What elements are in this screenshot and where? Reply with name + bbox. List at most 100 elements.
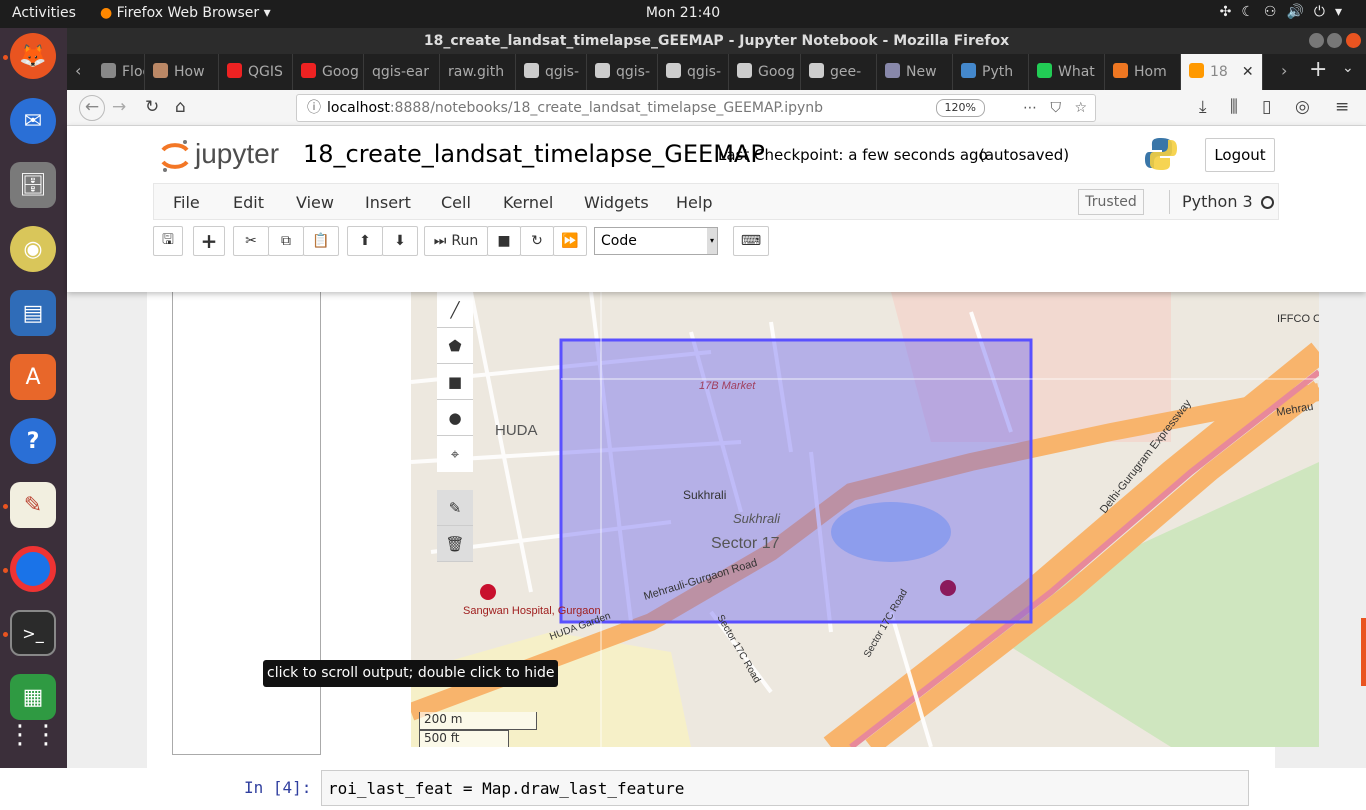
forward-button[interactable]: → [112,97,126,117]
cut-button[interactable]: ✂ [233,226,269,256]
tab-list-button[interactable]: ⌄ [1342,60,1354,76]
close-window-button[interactable] [1346,33,1361,48]
kernel-name[interactable]: Python 3 [1182,192,1253,211]
cell-type-select[interactable]: Code ▾ [594,227,718,255]
save-button[interactable]: 🖫 [153,226,183,256]
browser-tab[interactable]: qgis- [587,54,658,90]
browser-tab[interactable]: Goog [293,54,364,90]
power-icon: ⏻ [1313,4,1335,20]
browser-tab[interactable]: gee- [801,54,877,90]
menu-file[interactable]: File [173,193,200,212]
thunderbird-dock-icon[interactable]: ✉ [10,98,56,144]
menu-kernel[interactable]: Kernel [503,193,553,212]
browser-tab[interactable]: QGIS [219,54,293,90]
browser-tab[interactable]: Flood [93,54,145,90]
browser-tab[interactable]: How [145,54,219,90]
library-icon[interactable]: ⫼ [1230,97,1238,117]
running-indicator [3,504,8,509]
marker-icon: ⌖ [450,445,460,463]
tab-active[interactable]: 18 ✕ [1181,54,1263,90]
hospital-marker-icon[interactable] [480,584,496,600]
notebook-name[interactable]: 18_create_landsat_timelapse_GEEMAP [303,140,765,168]
files-dock-icon[interactable]: 🗄 [10,162,56,208]
menu-insert[interactable]: Insert [365,193,411,212]
downloads-icon[interactable]: ⤓ [1199,97,1207,117]
save-icon: 🖫 [162,232,174,248]
close-tab-icon[interactable]: ✕ [1242,64,1254,80]
draw-polygon-button[interactable]: ⬟ [437,328,473,364]
restart-run-all-button[interactable]: ⏩ [553,226,587,256]
tab-scroll-right-icon[interactable]: › [1281,61,1287,80]
move-up-button[interactable]: ⬆ [347,226,383,256]
firefox-dock-icon[interactable]: 🦊 [10,33,56,79]
command-palette-button[interactable]: ⌨ [733,226,769,256]
page-actions-icon[interactable]: ⋯ [1023,95,1037,121]
maximize-button[interactable] [1327,33,1342,48]
menu-edit[interactable]: Edit [233,193,264,212]
help-dock-icon[interactable]: ? [10,418,56,464]
page-scrollbar[interactable] [1361,618,1366,686]
minimize-button[interactable] [1309,33,1324,48]
jupyter-logo[interactable]: jupyter [159,136,299,180]
account-icon[interactable]: ◎ [1295,97,1310,117]
code-editor[interactable]: roi_last_feat = Map.draw_last_feature [321,770,1249,806]
page-info-icon[interactable]: ⓘ [307,95,321,121]
pocket-icon[interactable]: ⛉ [1051,95,1062,121]
browser-tab[interactable]: What [1029,54,1105,90]
software-dock-icon[interactable]: A [10,354,56,400]
rhythmbox-dock-icon[interactable]: ◉ [10,226,56,272]
url-bar[interactable]: ⓘ localhost:8888/notebooks/18_create_lan… [296,94,1096,122]
text-editor-dock-icon[interactable]: ✎ [10,482,56,528]
zoom-level[interactable]: 120% [935,99,985,117]
reload-button[interactable]: ↻ [145,97,159,117]
browser-tab[interactable]: qgis-ear [364,54,440,90]
browser-tab[interactable]: New [877,54,953,90]
browser-tab[interactable]: Hom [1105,54,1181,90]
next-code-cell[interactable]: In [4]: roi_last_feat = Map.draw_last_fe… [147,770,1275,810]
hamburger-menu-icon[interactable]: ≡ [1335,97,1349,117]
move-down-button[interactable]: ⬇ [382,226,418,256]
interrupt-button[interactable]: ■ [487,226,521,256]
terminal-dock-icon[interactable]: >_ [10,610,56,656]
edit-layers-button[interactable]: ✎ [437,490,473,526]
show-apps-icon[interactable]: ⋮⋮ [7,712,59,758]
restart-button[interactable]: ↻ [520,226,554,256]
system-tray[interactable]: ✣☾⚇🔊⏻▾ [1220,4,1352,20]
draw-circle-button[interactable]: ● [437,400,473,436]
tab-label: Hom [1134,64,1167,80]
paste-icon: 📋 [312,233,330,249]
logout-button[interactable]: Logout [1205,138,1275,172]
browser-tab[interactable]: qgis- [516,54,587,90]
bookmark-star-icon[interactable]: ☆ [1074,95,1087,121]
draw-rectangle-button[interactable]: ■ [437,364,473,400]
sidebar-icon[interactable]: ▯ [1262,97,1271,117]
chrome-dock-icon[interactable] [10,546,56,592]
window-title: 18_create_landsat_timelapse_GEEMAP - Jup… [423,33,1010,49]
trusted-indicator[interactable]: Trusted [1078,189,1144,215]
browser-tab[interactable]: qgis- [658,54,729,90]
new-tab-button[interactable]: + [1309,57,1327,82]
hospital-marker-icon[interactable] [940,580,956,596]
tab-scroll-left-icon[interactable]: ‹ [75,61,81,80]
paste-button[interactable]: 📋 [303,226,339,256]
map-label-sukhrali: Sukhrali [683,488,726,502]
menu-view[interactable]: View [296,193,334,212]
home-button[interactable]: ⌂ [175,97,186,117]
browser-tab[interactable]: Goog [729,54,801,90]
browser-tab[interactable]: raw.gith [440,54,516,90]
copy-button[interactable]: ⧉ [268,226,304,256]
menu-widgets[interactable]: Widgets [584,193,649,212]
menu-cell[interactable]: Cell [441,193,471,212]
draw-marker-button[interactable]: ⌖ [437,436,473,472]
drawn-rectangle-roi[interactable] [559,338,1033,624]
browser-tab[interactable]: Pyth [953,54,1029,90]
delete-layers-button[interactable]: 🗑 [437,526,473,562]
restart-icon: ↻ [531,233,543,249]
writer-dock-icon[interactable]: ▤ [10,290,56,336]
clock[interactable]: Mon 21:40 [0,5,1366,21]
menu-help[interactable]: Help [676,193,712,212]
back-button[interactable]: ← [79,95,105,121]
run-button[interactable]: ⏭ Run [424,226,488,256]
insert-cell-button[interactable]: + [193,226,225,256]
draw-polyline-button[interactable]: ╱ [437,292,473,328]
